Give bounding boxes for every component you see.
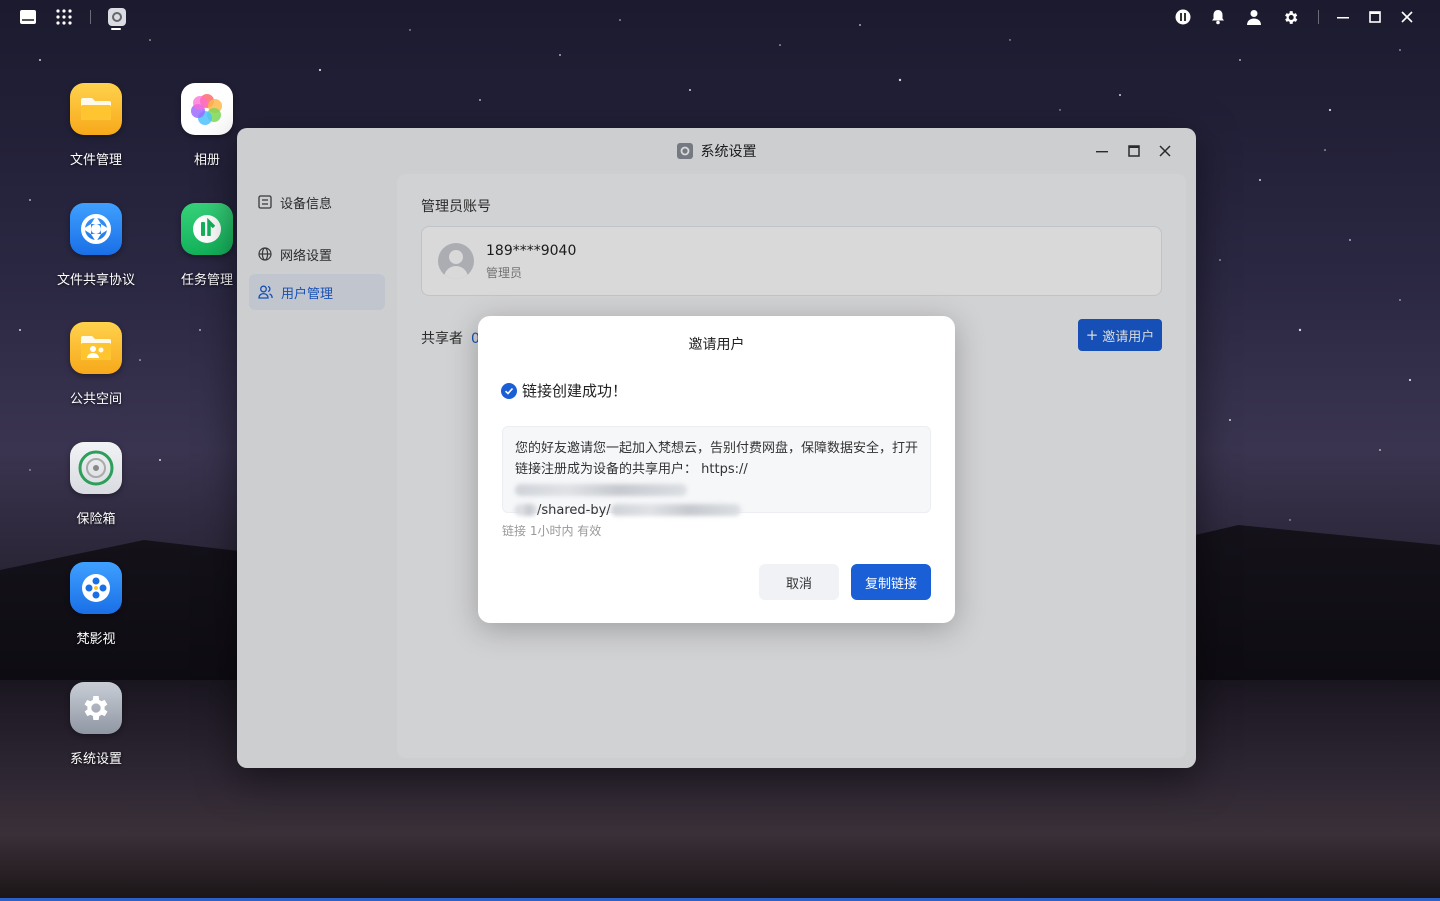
maximize-screen-icon[interactable]	[1365, 7, 1385, 27]
task-status-icon[interactable]	[1173, 7, 1193, 27]
copy-link-button[interactable]: 复制链接	[851, 564, 931, 600]
running-indicator	[111, 28, 121, 30]
settings-icon	[70, 682, 122, 734]
minimize-screen-icon[interactable]	[1333, 7, 1353, 27]
link-validity-text: 链接 1小时内 有效	[502, 524, 602, 538]
invite-message-line: /shared-by/	[515, 501, 918, 522]
close-screen-icon[interactable]	[1397, 7, 1417, 27]
app-grid-icon[interactable]	[54, 7, 74, 27]
cancel-button[interactable]: 取消	[759, 564, 839, 600]
check-circle-icon	[501, 382, 517, 399]
desktop-icon-file-share[interactable]: 文件共享协议	[51, 203, 141, 288]
desktop-icon-label: 梵影视	[76, 632, 116, 647]
running-settings-app-icon[interactable]	[107, 7, 127, 27]
user-account-icon[interactable]	[1244, 7, 1264, 27]
invite-message-box[interactable]: 您的好友邀请您一起加入梵想云，告别付费网盘，保障数据安全，打开 链接注册成为设备…	[502, 426, 931, 518]
invite-message-line: 您的好友邀请您一起加入梵想云，告别付费网盘，保障数据安全，打开	[515, 441, 919, 456]
redacted-url-part	[610, 504, 741, 516]
desktop-icon-label: 文件管理	[69, 153, 122, 168]
desktop-icon-system-settings[interactable]: 系统设置	[51, 682, 141, 767]
invite-message-text: /shared-by/	[537, 502, 611, 518]
folder-icon	[70, 83, 122, 135]
success-text: 链接创建成功！	[522, 382, 628, 400]
desktop-icon-label: 保险箱	[76, 512, 116, 527]
desktop-icon-file-manager[interactable]: 文件管理	[51, 83, 141, 168]
dialog-title: 邀请用户	[688, 337, 745, 353]
invite-user-dialog: 邀请用户 链接创建成功！ 您的好友邀请您一起加入梵想云，告别付费网盘，保障数据安…	[478, 316, 955, 623]
desktop-icon-label: 公共空间	[69, 392, 122, 407]
file-share-icon	[70, 203, 122, 255]
desktop-icon-label: 文件共享协议	[56, 273, 135, 288]
public-space-icon	[70, 322, 122, 374]
safe-icon	[70, 442, 122, 494]
video-icon	[70, 562, 122, 614]
desktop-icon-public-space[interactable]: 公共空间	[51, 322, 141, 407]
redacted-url-part	[515, 483, 687, 496]
settings-gear-icon[interactable]	[1280, 7, 1300, 27]
show-desktop-icon[interactable]	[18, 7, 38, 27]
desktop-icon-video[interactable]: 梵影视	[51, 562, 141, 647]
task-icon	[181, 203, 233, 255]
notification-bell-icon[interactable]	[1208, 7, 1228, 27]
topbar-divider	[90, 10, 91, 24]
invite-message-line: 链接注册成为设备的共享用户： https://	[515, 460, 918, 501]
success-message: 链接创建成功！	[501, 380, 627, 401]
topbar-divider-right	[1318, 10, 1319, 24]
photos-icon	[181, 83, 233, 135]
redacted-url-part	[515, 504, 537, 516]
top-bar	[0, 0, 1440, 34]
desktop-icon-safe[interactable]: 保险箱	[51, 442, 141, 527]
desktop-icon-label: 系统设置	[69, 752, 122, 767]
invite-message-text: 链接注册成为设备的共享用户： https://	[515, 461, 748, 477]
